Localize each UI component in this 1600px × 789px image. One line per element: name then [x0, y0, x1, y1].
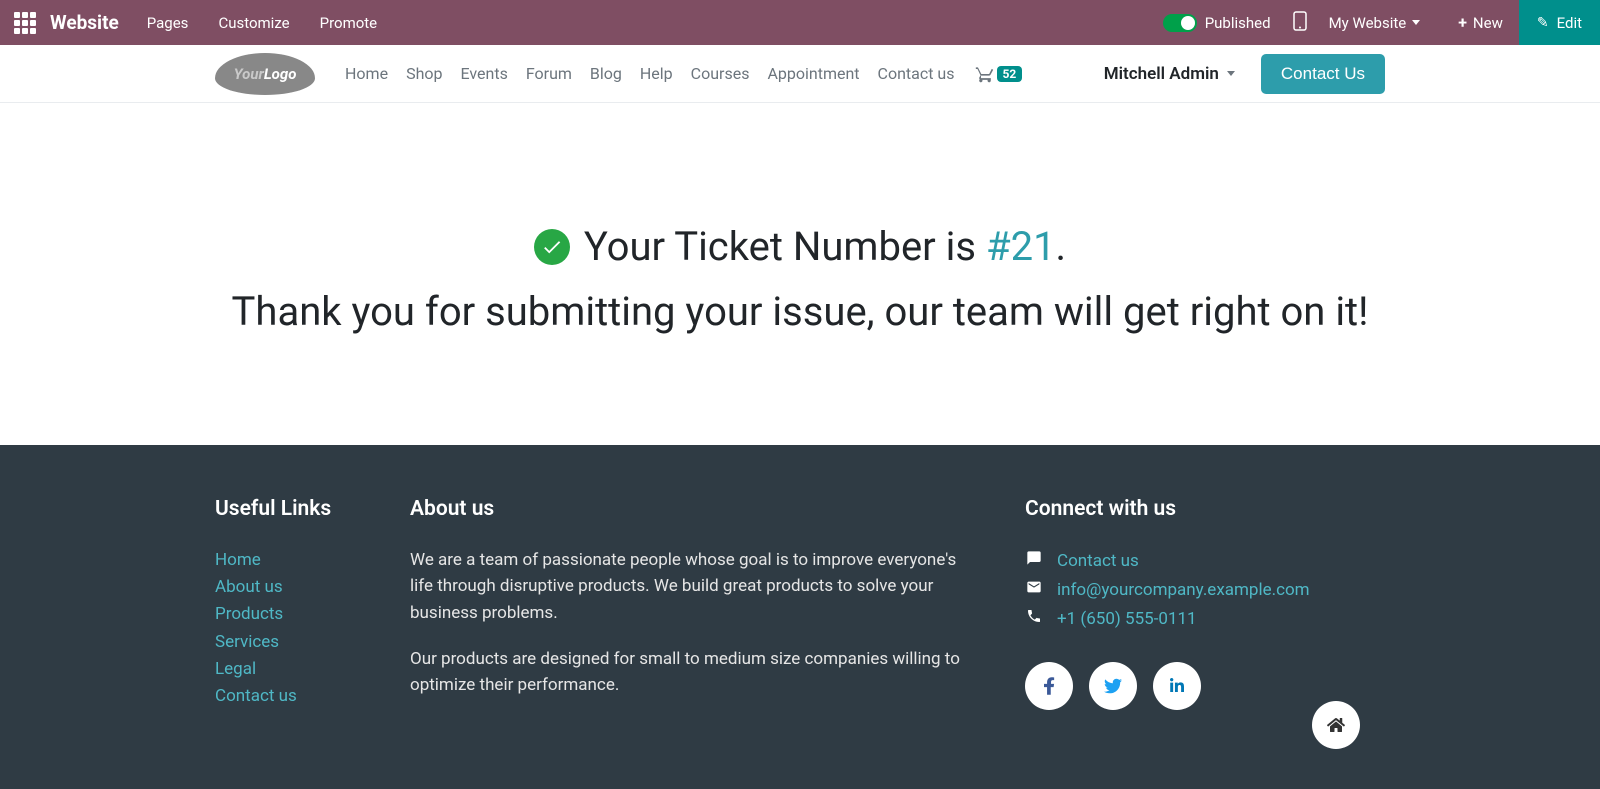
twitter-icon [1104, 677, 1122, 695]
main-content: Your Ticket Number is #21. Thank you for… [0, 103, 1600, 445]
connect-title: Connect with us [1025, 497, 1385, 521]
plus-icon: + [1458, 13, 1467, 32]
mobile-preview-icon[interactable] [1293, 11, 1307, 35]
footer-link-services[interactable]: Services [215, 629, 410, 656]
new-button-label: New [1473, 14, 1503, 32]
linkedin-link[interactable] [1153, 662, 1201, 710]
useful-links-title: Useful Links [215, 497, 410, 521]
website-switcher-label: My Website [1329, 14, 1407, 32]
footer: Useful Links Home About us Products Serv… [0, 445, 1600, 789]
ticket-suffix: . [1056, 223, 1067, 270]
caret-down-icon [1227, 71, 1235, 76]
footer-link-home[interactable]: Home [215, 547, 410, 574]
facebook-icon [1044, 676, 1055, 696]
nav-contact[interactable]: Contact us [878, 64, 955, 83]
linkedin-icon [1169, 678, 1185, 694]
footer-contact-link[interactable]: Contact us [1057, 547, 1139, 576]
envelope-icon [1025, 576, 1043, 605]
admin-bar-left: Website Pages Customize Promote [0, 11, 407, 34]
edit-button-label: Edit [1557, 14, 1582, 32]
scroll-top-button[interactable] [1312, 701, 1360, 749]
about-paragraph-2: Our products are designed for small to m… [410, 646, 970, 699]
nav-links: Home Shop Events Forum Blog Help Courses… [345, 64, 955, 83]
footer-link-legal[interactable]: Legal [215, 656, 410, 683]
footer-phone[interactable]: +1 (650) 555-0111 [1057, 605, 1197, 634]
nav-help[interactable]: Help [640, 64, 673, 83]
footer-email[interactable]: info@yourcompany.example.com [1057, 576, 1310, 605]
footer-connect: Connect with us Contact us info@yourcomp… [1025, 497, 1385, 719]
footer-about: About us We are a team of passionate peo… [410, 497, 970, 719]
nav-shop[interactable]: Shop [406, 64, 442, 83]
app-name[interactable]: Website [50, 11, 119, 34]
cart-icon [975, 64, 995, 84]
home-icon [1327, 716, 1345, 734]
admin-menu-pages[interactable]: Pages [147, 14, 189, 32]
apps-icon[interactable] [14, 12, 36, 34]
admin-menu-promote[interactable]: Promote [320, 14, 378, 32]
caret-down-icon [1412, 20, 1420, 25]
nav-home[interactable]: Home [345, 64, 388, 83]
footer-link-about[interactable]: About us [215, 574, 410, 601]
speech-bubble-icon [1025, 547, 1043, 576]
nav-events[interactable]: Events [460, 64, 507, 83]
contact-us-button[interactable]: Contact Us [1261, 54, 1385, 94]
cart-badge: 52 [997, 66, 1023, 82]
footer-useful-links: Useful Links Home About us Products Serv… [215, 497, 410, 719]
user-name: Mitchell Admin [1104, 64, 1219, 84]
footer-link-products[interactable]: Products [215, 601, 410, 628]
admin-menu-customize[interactable]: Customize [218, 14, 289, 32]
new-button[interactable]: + New [1442, 0, 1519, 45]
ticket-prefix: Your Ticket Number is [584, 223, 986, 270]
admin-bar: Website Pages Customize Promote Publishe… [0, 0, 1600, 45]
about-title: About us [410, 497, 970, 521]
facebook-link[interactable] [1025, 662, 1073, 710]
nav-blog[interactable]: Blog [590, 64, 622, 83]
published-toggle[interactable] [1163, 14, 1197, 32]
ticket-number: #21 [986, 223, 1056, 270]
cart-button[interactable]: 52 [975, 64, 1023, 84]
edit-button[interactable]: ✎ Edit [1519, 0, 1600, 45]
nav-appointment[interactable]: Appointment [767, 64, 859, 83]
site-navbar: YourLogo Home Shop Events Forum Blog Hel… [0, 45, 1600, 103]
admin-bar-right: Published My Website + New ✎ Edit [1163, 0, 1600, 45]
user-menu[interactable]: Mitchell Admin [1104, 64, 1235, 84]
thank-you-message: Thank you for submitting your issue, our… [20, 288, 1580, 335]
check-circle-icon [534, 229, 570, 265]
pencil-icon: ✎ [1537, 15, 1549, 31]
ticket-heading: Your Ticket Number is #21. [20, 223, 1580, 270]
site-logo[interactable]: YourLogo [215, 53, 315, 95]
footer-link-contact[interactable]: Contact us [215, 683, 410, 710]
nav-courses[interactable]: Courses [691, 64, 750, 83]
twitter-link[interactable] [1089, 662, 1137, 710]
about-paragraph-1: We are a team of passionate people whose… [410, 547, 970, 626]
nav-forum[interactable]: Forum [526, 64, 572, 83]
website-switcher[interactable]: My Website [1329, 14, 1421, 32]
phone-icon [1025, 605, 1043, 634]
published-label: Published [1205, 14, 1271, 32]
